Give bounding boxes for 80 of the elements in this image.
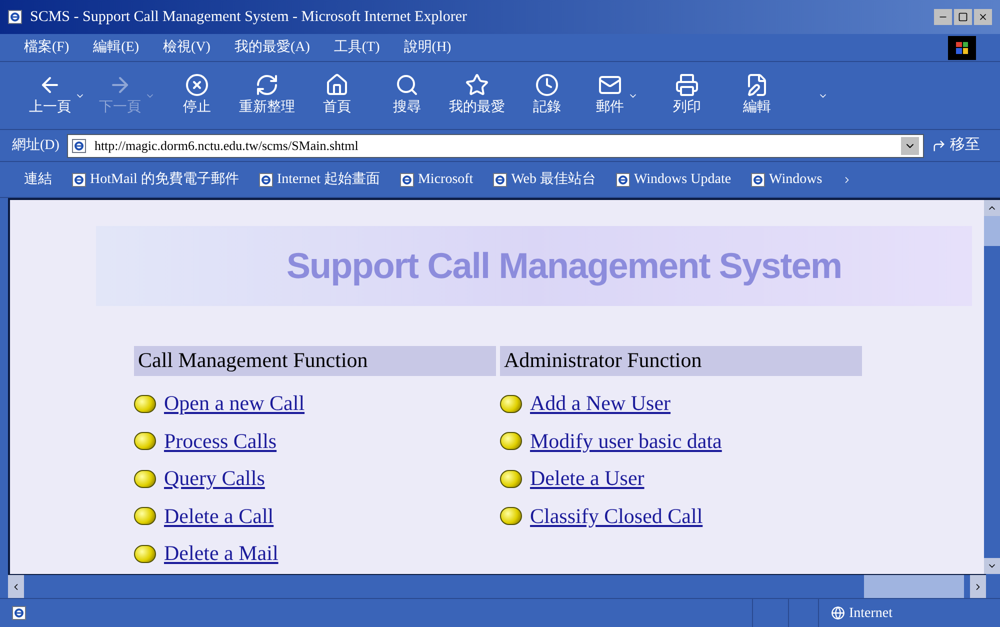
function-link[interactable]: Process Calls <box>164 426 277 457</box>
function-link[interactable]: Delete a Call <box>164 500 274 532</box>
section-header: Administrator Function <box>500 346 862 376</box>
bullet-icon <box>500 394 522 413</box>
close-icon <box>978 12 988 22</box>
bullet-icon <box>134 544 156 563</box>
function-link[interactable]: Open a new Call <box>164 388 305 420</box>
mail-icon <box>598 73 622 97</box>
maximize-button[interactable] <box>954 9 972 25</box>
links-label: 連結 <box>24 170 52 189</box>
vertical-scrollbar[interactable] <box>984 200 1000 574</box>
link-button[interactable]: Windows <box>751 169 822 190</box>
function-link[interactable]: Query Calls <box>164 463 265 494</box>
toolbar-button[interactable]: 首頁 <box>304 73 370 118</box>
edit-icon <box>745 73 769 97</box>
go-button[interactable]: 移至 <box>932 134 988 157</box>
window-title: SCMS - Support Call Management System - Microsoft Internet Explorer <box>30 8 468 27</box>
minimize-button[interactable] <box>934 9 952 25</box>
page-icon <box>493 172 508 186</box>
stop-icon <box>185 73 209 97</box>
horizontal-scrollbar[interactable] <box>8 574 986 598</box>
toolbar-button[interactable]: 重新整理 <box>234 73 300 118</box>
printer-icon <box>675 73 699 97</box>
toolbar-button[interactable]: 搜尋 <box>374 73 440 118</box>
link-button[interactable]: Web 最佳站台 <box>493 169 596 190</box>
menu-item[interactable]: 編輯(E) <box>93 37 140 58</box>
scroll-thumb[interactable] <box>984 216 1000 246</box>
page-icon <box>751 172 766 186</box>
link-button[interactable]: Microsoft <box>400 169 474 190</box>
scroll-thumb[interactable] <box>864 575 964 598</box>
menu-item[interactable]: 檢視(V) <box>163 37 210 58</box>
link-button[interactable]: Internet 起始畫面 <box>258 169 380 190</box>
page-icon <box>400 172 414 186</box>
bullet-icon <box>134 507 156 526</box>
page-icon <box>72 172 86 186</box>
dropdown-button[interactable] <box>901 136 919 154</box>
page-icon <box>72 138 86 152</box>
link-button[interactable]: Windows Update <box>616 169 732 190</box>
menu-item[interactable]: 我的最愛(A) <box>234 37 310 58</box>
bullet-icon <box>134 432 156 450</box>
search-icon <box>395 73 419 97</box>
toolbar-button[interactable]: 停止 <box>164 73 230 118</box>
clock-icon <box>535 73 559 97</box>
toolbar-button[interactable]: 列印 <box>654 73 720 118</box>
menu-item[interactable]: 檔案(F) <box>24 37 70 58</box>
function-link[interactable]: Modify user basic data <box>530 426 722 457</box>
banner-title: Support Call Management System <box>286 244 842 288</box>
star-icon <box>465 73 489 97</box>
function-link[interactable]: Classify Closed Call <box>530 500 703 532</box>
address-label: 網址(D) <box>12 136 60 155</box>
zone-status: Internet <box>818 599 988 627</box>
refresh-icon <box>255 73 279 97</box>
bullet-icon <box>134 470 156 488</box>
bullet-icon <box>500 507 522 526</box>
toolbar-button[interactable]: 記錄 <box>514 73 580 118</box>
home-icon <box>325 73 349 97</box>
menu-item[interactable]: 說明(H) <box>404 37 452 58</box>
function-link[interactable]: Delete a Mail <box>164 538 278 570</box>
section-header: Call Management Function <box>134 346 496 376</box>
function-link[interactable]: Delete a User <box>530 463 644 494</box>
toolbar-button[interactable]: 上一頁 <box>24 73 90 118</box>
page-icon <box>258 172 273 186</box>
link-button[interactable]: HotMail 的免費電子郵件 <box>72 169 239 190</box>
page-icon <box>8 10 22 24</box>
go-arrow-icon <box>932 138 946 152</box>
bullet-icon <box>500 432 522 450</box>
windows-logo-icon <box>948 36 976 60</box>
toolbar-button[interactable]: 編輯 <box>724 73 790 118</box>
bullet-icon <box>134 394 156 413</box>
close-button[interactable] <box>974 9 992 25</box>
globe-icon <box>831 606 845 620</box>
page-icon <box>616 172 630 186</box>
function-link[interactable]: Add a New User <box>530 388 671 420</box>
toolbar-button[interactable]: 郵件 <box>584 73 650 118</box>
address-field[interactable]: http://magic.dorm6.nctu.edu.tw/scms/SMain.shtml <box>67 134 924 158</box>
menu-item[interactable]: 工具(T) <box>334 37 380 58</box>
maximize-icon <box>958 12 968 22</box>
page-icon <box>12 606 26 620</box>
bullet-icon <box>500 470 522 488</box>
toolbar-button[interactable]: 我的最愛 <box>444 73 510 118</box>
